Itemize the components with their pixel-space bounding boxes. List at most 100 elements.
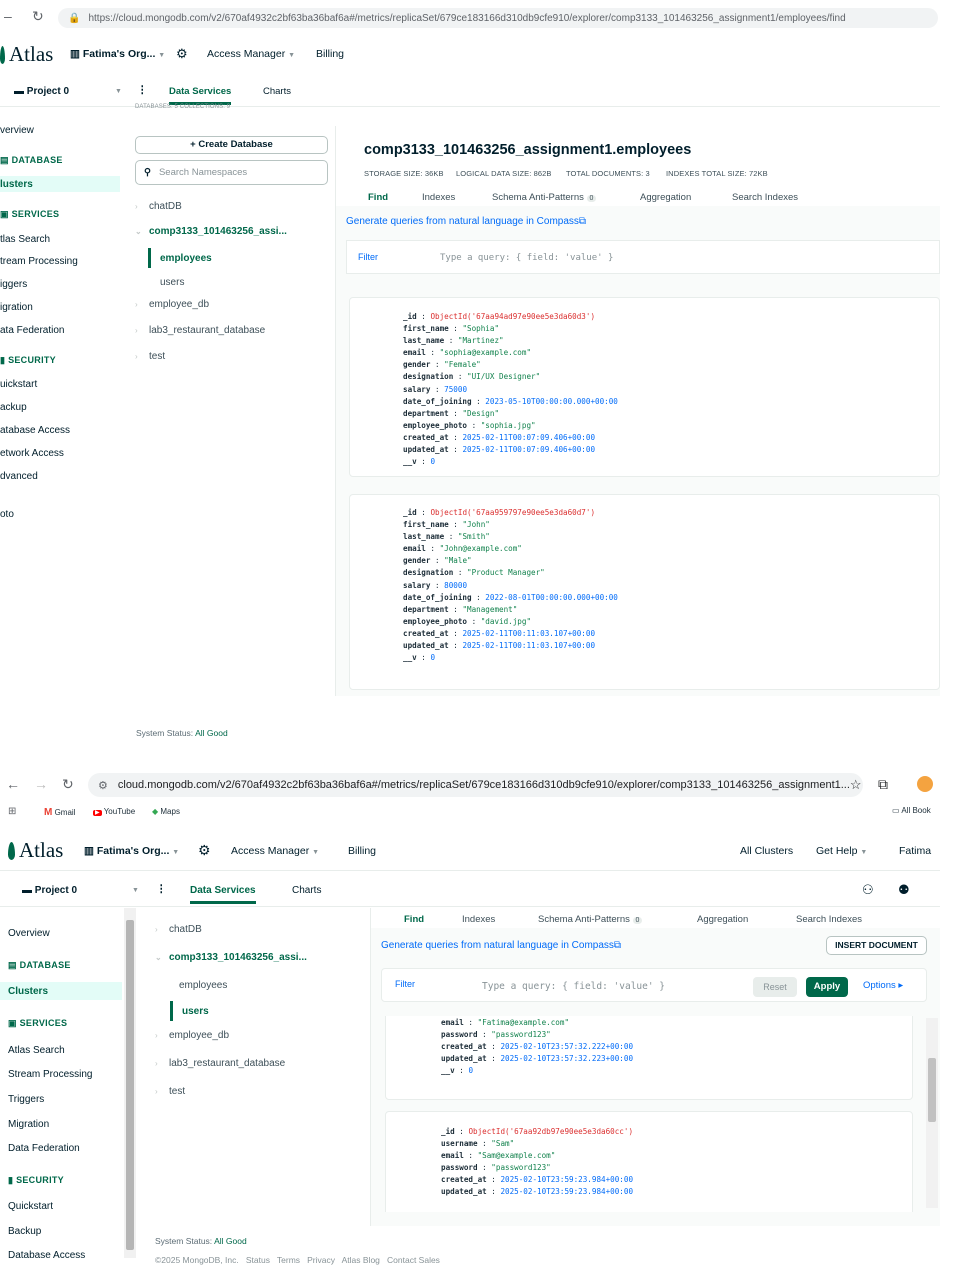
activity-icon[interactable]: ⚉ bbox=[898, 882, 910, 898]
sidebar-quickstart[interactable]: Quickstart bbox=[8, 1201, 53, 1212]
tab-aggregation[interactable]: Aggregation bbox=[640, 192, 691, 203]
sidebar-migration[interactable]: Migration bbox=[8, 1119, 49, 1130]
footer-status-link[interactable]: Status bbox=[246, 1255, 270, 1265]
sidebar-overview[interactable]: Overview bbox=[8, 928, 50, 939]
project-selector[interactable]: ▬ Project 0 bbox=[14, 86, 69, 97]
tab-charts[interactable]: Charts bbox=[292, 885, 321, 896]
tab-schema-anti-patterns[interactable]: Schema Anti-Patterns 0 bbox=[492, 192, 597, 203]
compass-link[interactable]: Generate queries from natural language i… bbox=[346, 216, 586, 227]
sidebar-data-federation[interactable]: ata Federation bbox=[0, 325, 65, 336]
tab-search-indexes[interactable]: Search Indexes bbox=[732, 192, 798, 203]
atlas-logo[interactable]: Atlas bbox=[8, 838, 63, 863]
db-item-chatdb[interactable]: › chatDB bbox=[135, 201, 182, 212]
project-selector[interactable]: ▬ Project 0 bbox=[22, 885, 77, 896]
sidebar-backup[interactable]: ackup bbox=[0, 402, 27, 413]
org-selector[interactable]: ▥ Fatima's Org... ▼ bbox=[84, 845, 179, 857]
db-item-chatdb[interactable]: › chatDB bbox=[155, 924, 202, 935]
db-item-assignment[interactable]: ⌄ comp3133_101463256_assi... bbox=[155, 952, 307, 963]
tab-find[interactable]: Find bbox=[368, 192, 388, 203]
project-caret-icon[interactable]: ▼ bbox=[132, 887, 139, 894]
db-item-test[interactable]: › test bbox=[155, 1086, 185, 1097]
address-bar[interactable]: ⚙ cloud.mongodb.com/v2/670af4932c2bf63ba… bbox=[88, 773, 863, 797]
sidebar-goto[interactable]: oto bbox=[0, 509, 14, 520]
sidebar-stream-processing[interactable]: tream Processing bbox=[0, 256, 78, 267]
all-bookmarks[interactable]: ▭ All Book bbox=[892, 806, 931, 815]
sidebar-data-federation[interactable]: Data Federation bbox=[8, 1143, 80, 1154]
profile-avatar[interactable] bbox=[917, 776, 933, 792]
org-selector[interactable]: ▥ Fatima's Org... ▼ bbox=[70, 48, 165, 60]
tab-indexes[interactable]: Indexes bbox=[462, 914, 495, 925]
extensions-icon[interactable]: ⧉ bbox=[878, 776, 888, 793]
apply-button[interactable]: Apply bbox=[806, 977, 848, 997]
reload-icon[interactable]: ↻ bbox=[62, 776, 74, 793]
filter-bar[interactable]: Filter Type a query: { field: 'value' } bbox=[346, 240, 940, 274]
sidebar-advanced[interactable]: dvanced bbox=[0, 471, 38, 482]
back-arrow-icon[interactable]: ← bbox=[6, 776, 20, 792]
tab-data-services[interactable]: Data Services bbox=[190, 885, 256, 904]
filter-bar[interactable]: Filter Type a query: { field: 'value' } … bbox=[381, 968, 927, 1002]
db-item-lab3[interactable]: › lab3_restaurant_database bbox=[155, 1058, 285, 1069]
footer-blog-link[interactable]: Atlas Blog bbox=[342, 1255, 380, 1265]
sidebar-migration[interactable]: igration bbox=[0, 302, 33, 313]
billing-link[interactable]: Billing bbox=[348, 845, 376, 857]
bookmark-maps[interactable]: ◆ Maps bbox=[152, 807, 180, 816]
tab-charts[interactable]: Charts bbox=[263, 86, 291, 97]
settings-gear-icon[interactable]: ⚙ bbox=[176, 46, 188, 62]
search-namespaces-input[interactable]: ⚲ Search Namespaces bbox=[135, 160, 328, 185]
create-database-button[interactable]: + Create Database bbox=[135, 136, 328, 154]
all-clusters-link[interactable]: All Clusters bbox=[740, 845, 793, 857]
kebab-menu-icon[interactable]: ⋮ bbox=[137, 84, 148, 96]
address-bar[interactable]: 🔒 https://cloud.mongodb.com/v2/670af4932… bbox=[58, 8, 938, 28]
kebab-menu-icon[interactable]: ⋮ bbox=[156, 883, 167, 895]
sidebar-overview[interactable]: verview bbox=[0, 125, 34, 136]
document-card[interactable]: email : "Fatima@example.com" password : "… bbox=[385, 1016, 913, 1100]
tab-aggregation[interactable]: Aggregation bbox=[697, 914, 748, 925]
settings-gear-icon[interactable]: ⚙ bbox=[198, 842, 211, 859]
sidebar-triggers[interactable]: Triggers bbox=[8, 1094, 44, 1105]
user-menu[interactable]: Fatima bbox=[899, 845, 931, 857]
collection-employees[interactable]: employees bbox=[148, 248, 212, 268]
reload-icon[interactable]: ↻ bbox=[32, 8, 44, 25]
db-item-employee-db[interactable]: › employee_db bbox=[135, 299, 209, 310]
sidebar-scrollbar[interactable] bbox=[124, 908, 136, 1258]
apps-grid-icon[interactable]: ⊞ bbox=[8, 806, 16, 817]
access-manager-menu[interactable]: Access Manager ▼ bbox=[231, 845, 319, 857]
query-input[interactable]: Type a query: { field: 'value' } bbox=[482, 981, 665, 992]
forward-arrow-icon[interactable]: → bbox=[34, 776, 48, 792]
footer-terms-link[interactable]: Terms bbox=[277, 1255, 300, 1265]
get-help-menu[interactable]: Get Help ▼ bbox=[816, 845, 867, 857]
tab-indexes[interactable]: Indexes bbox=[422, 192, 455, 203]
sidebar-clusters[interactable]: lusters bbox=[0, 176, 120, 192]
insert-document-button[interactable]: INSERT DOCUMENT bbox=[826, 936, 927, 955]
sidebar-atlas-search[interactable]: Atlas Search bbox=[8, 1045, 65, 1056]
billing-link[interactable]: Billing bbox=[316, 48, 344, 60]
sidebar-quickstart[interactable]: uickstart bbox=[0, 379, 37, 390]
footer-privacy-link[interactable]: Privacy bbox=[307, 1255, 335, 1265]
reset-button[interactable]: Reset bbox=[753, 977, 797, 997]
star-icon[interactable]: ☆ bbox=[850, 777, 862, 793]
document-card[interactable]: _id : ObjectId('67aa959797e90ee5e3da60d7… bbox=[349, 494, 940, 690]
db-item-assignment[interactable]: ⌄ comp3133_101463256_assi... bbox=[135, 226, 287, 237]
compass-link[interactable]: Generate queries from natural language i… bbox=[381, 940, 621, 951]
sidebar-database-access[interactable]: atabase Access bbox=[0, 425, 70, 436]
tab-search-indexes[interactable]: Search Indexes bbox=[796, 914, 862, 925]
tab-data-services[interactable]: Data Services bbox=[169, 86, 232, 105]
sidebar-network-access[interactable]: etwork Access bbox=[0, 448, 64, 459]
query-input[interactable]: Type a query: { field: 'value' } bbox=[440, 253, 613, 263]
sidebar-triggers[interactable]: iggers bbox=[0, 279, 27, 290]
sidebar-stream-processing[interactable]: Stream Processing bbox=[8, 1069, 92, 1080]
filter-label[interactable]: Filter bbox=[358, 252, 378, 262]
options-button[interactable]: Options ▸ bbox=[863, 980, 903, 991]
db-item-employee-db[interactable]: › employee_db bbox=[155, 1030, 229, 1041]
atlas-logo[interactable]: Atlas bbox=[0, 42, 53, 67]
sidebar-database-access[interactable]: Database Access bbox=[8, 1250, 85, 1261]
db-item-test[interactable]: › test bbox=[135, 351, 165, 362]
bookmark-youtube[interactable]: ▶ YouTube bbox=[93, 807, 135, 816]
collection-employees[interactable]: employees bbox=[179, 980, 227, 991]
back-icon[interactable]: – bbox=[4, 8, 12, 24]
collection-users[interactable]: users bbox=[170, 1001, 209, 1021]
footer-contact-link[interactable]: Contact Sales bbox=[387, 1255, 440, 1265]
sidebar-clusters[interactable]: Clusters bbox=[0, 982, 122, 1000]
db-item-lab3[interactable]: › lab3_restaurant_database bbox=[135, 325, 265, 336]
document-card[interactable]: _id : ObjectId('67aa94ad97e90ee5e3da60d3… bbox=[349, 297, 940, 477]
